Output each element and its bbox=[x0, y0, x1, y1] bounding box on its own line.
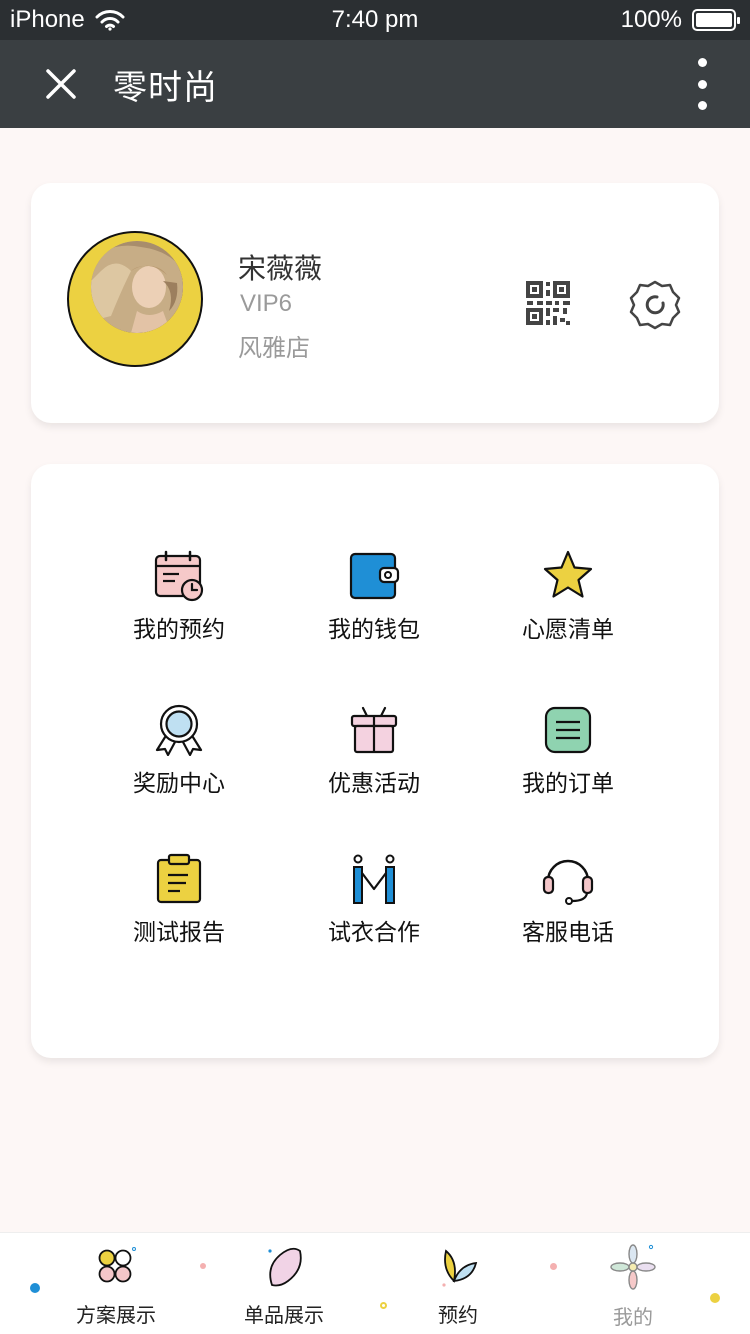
menu-item-label: 我的订单 bbox=[522, 770, 614, 796]
menu-item-label: 试衣合作 bbox=[328, 919, 420, 945]
menu-item-label: 优惠活动 bbox=[328, 770, 420, 796]
decor-dot bbox=[550, 1263, 557, 1270]
menu-grid: 我的预约 我的钱包 心愿清单 奖励中心 优惠活动 我的订单 测试报告 试衣合作 … bbox=[31, 464, 719, 1058]
petal-icon bbox=[268, 1247, 302, 1287]
menu-item-orders[interactable]: 我的订单 bbox=[488, 704, 648, 814]
decor-dot bbox=[710, 1293, 720, 1303]
battery-icon bbox=[692, 9, 740, 31]
avatar-portrait-icon bbox=[91, 241, 183, 333]
tab-booking[interactable]: 预约 bbox=[388, 1233, 528, 1334]
menu-item-label: 我的预约 bbox=[133, 616, 225, 642]
leaves-icon bbox=[442, 1249, 478, 1287]
calendar-icon bbox=[154, 550, 204, 602]
qr-code-button[interactable] bbox=[525, 280, 571, 326]
status-left: iPhone bbox=[10, 6, 125, 34]
decor-dot bbox=[380, 1302, 387, 1309]
menu-item-service-hotline[interactable]: 客服电话 bbox=[488, 853, 648, 963]
vip-level: VIP6 bbox=[240, 290, 293, 317]
close-icon bbox=[46, 69, 76, 99]
menu-item-wishlist[interactable]: 心愿清单 bbox=[488, 550, 648, 660]
menu-item-label: 测试报告 bbox=[133, 919, 225, 945]
avatar-frame[interactable] bbox=[67, 231, 203, 367]
decor-dot bbox=[30, 1283, 40, 1293]
menu-item-label: 我的钱包 bbox=[328, 616, 420, 642]
menu-item-fitting-partner[interactable]: 试衣合作 bbox=[294, 853, 454, 963]
menu-item-test-report[interactable]: 测试报告 bbox=[99, 853, 259, 963]
flower-icon bbox=[610, 1244, 656, 1290]
menu-item-label: 奖励中心 bbox=[133, 770, 225, 796]
headset-icon bbox=[542, 859, 594, 905]
gift-icon bbox=[350, 706, 398, 754]
qr-code-icon bbox=[526, 281, 570, 325]
store-name: 风雅店 bbox=[238, 335, 310, 362]
clover-icon bbox=[98, 1247, 136, 1283]
decor-dot bbox=[200, 1263, 206, 1269]
menu-item-appointments[interactable]: 我的预约 bbox=[99, 550, 259, 660]
more-menu-button[interactable] bbox=[690, 54, 714, 114]
menu-item-rewards[interactable]: 奖励中心 bbox=[99, 704, 259, 814]
more-dot-icon bbox=[697, 58, 707, 67]
tab-products[interactable]: 单品展示 bbox=[214, 1233, 354, 1334]
medal-icon bbox=[155, 704, 203, 756]
tab-label: 方案展示 bbox=[76, 1305, 156, 1327]
tab-label: 预约 bbox=[438, 1305, 478, 1327]
menu-item-promotions[interactable]: 优惠活动 bbox=[294, 704, 454, 814]
menu-item-wallet[interactable]: 我的钱包 bbox=[294, 550, 454, 660]
nav-bar: 零时尚 bbox=[0, 40, 750, 128]
menu-card: 我的预约 我的钱包 心愿清单 奖励中心 优惠活动 我的订单 测试报告 试衣合作 … bbox=[31, 464, 719, 1058]
settings-button[interactable] bbox=[629, 279, 681, 331]
status-right: 100% bbox=[620, 6, 740, 34]
wallet-icon bbox=[349, 552, 400, 600]
menu-item-label: 心愿清单 bbox=[522, 616, 614, 642]
more-dot-icon bbox=[697, 79, 707, 89]
profile-name: 宋薇薇 bbox=[238, 253, 323, 284]
tab-mine[interactable]: 我的 bbox=[563, 1233, 703, 1334]
wifi-icon bbox=[95, 10, 125, 31]
hanger-icon bbox=[353, 854, 395, 904]
tab-label: 我的 bbox=[613, 1307, 653, 1329]
clipboard-icon bbox=[156, 853, 202, 904]
star-icon bbox=[543, 550, 593, 598]
close-button[interactable] bbox=[31, 54, 91, 114]
menu-item-label: 客服电话 bbox=[522, 919, 614, 945]
page-title: 零时尚 bbox=[113, 68, 218, 107]
tab-bar: 方案展示 单品展示 预约 我的 bbox=[0, 1232, 750, 1334]
battery-percent: 100% bbox=[620, 6, 682, 33]
profile-card: 宋薇薇 VIP6 风雅店 bbox=[31, 183, 719, 423]
order-list-icon bbox=[544, 706, 592, 754]
tab-label: 单品展示 bbox=[244, 1305, 324, 1327]
more-dot-icon bbox=[697, 101, 707, 110]
tab-plans[interactable]: 方案展示 bbox=[46, 1233, 186, 1334]
avatar bbox=[91, 241, 183, 333]
gear-icon bbox=[629, 280, 681, 330]
carrier-label: iPhone bbox=[10, 6, 85, 33]
status-bar: iPhone 7:40 pm 100% bbox=[0, 0, 750, 40]
